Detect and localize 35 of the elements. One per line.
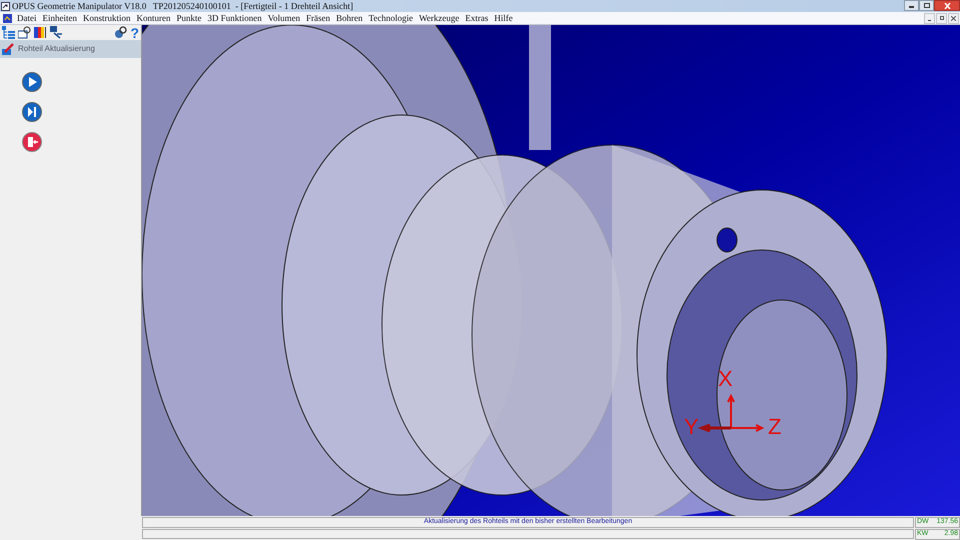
minimize-button[interactable] <box>924 12 935 24</box>
menu-item[interactable]: Einheiten <box>40 14 80 22</box>
window-search-icon[interactable] <box>18 26 31 39</box>
panel-title: Rohteil Aktualisierung <box>18 43 95 55</box>
maximize-button[interactable] <box>919 0 934 11</box>
menu-item[interactable]: 3D Funktionen <box>204 14 265 22</box>
play-icon[interactable] <box>22 72 42 92</box>
menu-item[interactable]: Konturen <box>134 14 174 22</box>
close-button[interactable] <box>934 0 960 11</box>
menu-item[interactable]: Extras <box>462 14 492 22</box>
color-bars-icon[interactable] <box>34 26 47 39</box>
close-button[interactable] <box>948 12 959 24</box>
step-icon[interactable] <box>22 102 42 122</box>
menu-item[interactable]: Punkte <box>174 14 205 22</box>
axis-label: Z <box>768 416 782 438</box>
menu-item[interactable]: Datei <box>14 14 40 22</box>
minimize-button[interactable] <box>904 0 919 11</box>
close-icon <box>944 2 950 8</box>
restore-button[interactable] <box>936 12 947 24</box>
help-button[interactable]: ? <box>130 26 139 40</box>
menu-item[interactable]: Volumen <box>264 14 304 22</box>
menu-item[interactable]: Technologie <box>366 14 416 22</box>
close-icon <box>951 16 956 20</box>
menu-item[interactable]: Bohren <box>333 14 366 22</box>
axis-label: Y <box>684 416 699 438</box>
tree-list-icon[interactable] <box>2 26 15 39</box>
menu-item[interactable]: Konstruktion <box>80 14 134 22</box>
pencil-block-icon <box>2 42 15 56</box>
menu-item[interactable]: Hilfe <box>491 14 516 22</box>
axis-label: X <box>718 368 733 390</box>
search-icon[interactable] <box>114 26 128 39</box>
window-title: OPUS Geometrie Manipulator V18.0 TP201205240100101 - [Fertigteil - 1 Drehteil Ansicht] <box>12 2 354 10</box>
exit-door-icon[interactable] <box>22 132 42 152</box>
menu-item[interactable]: Fräsen <box>303 14 334 22</box>
menu-item[interactable]: Werkzeuge <box>416 14 462 22</box>
